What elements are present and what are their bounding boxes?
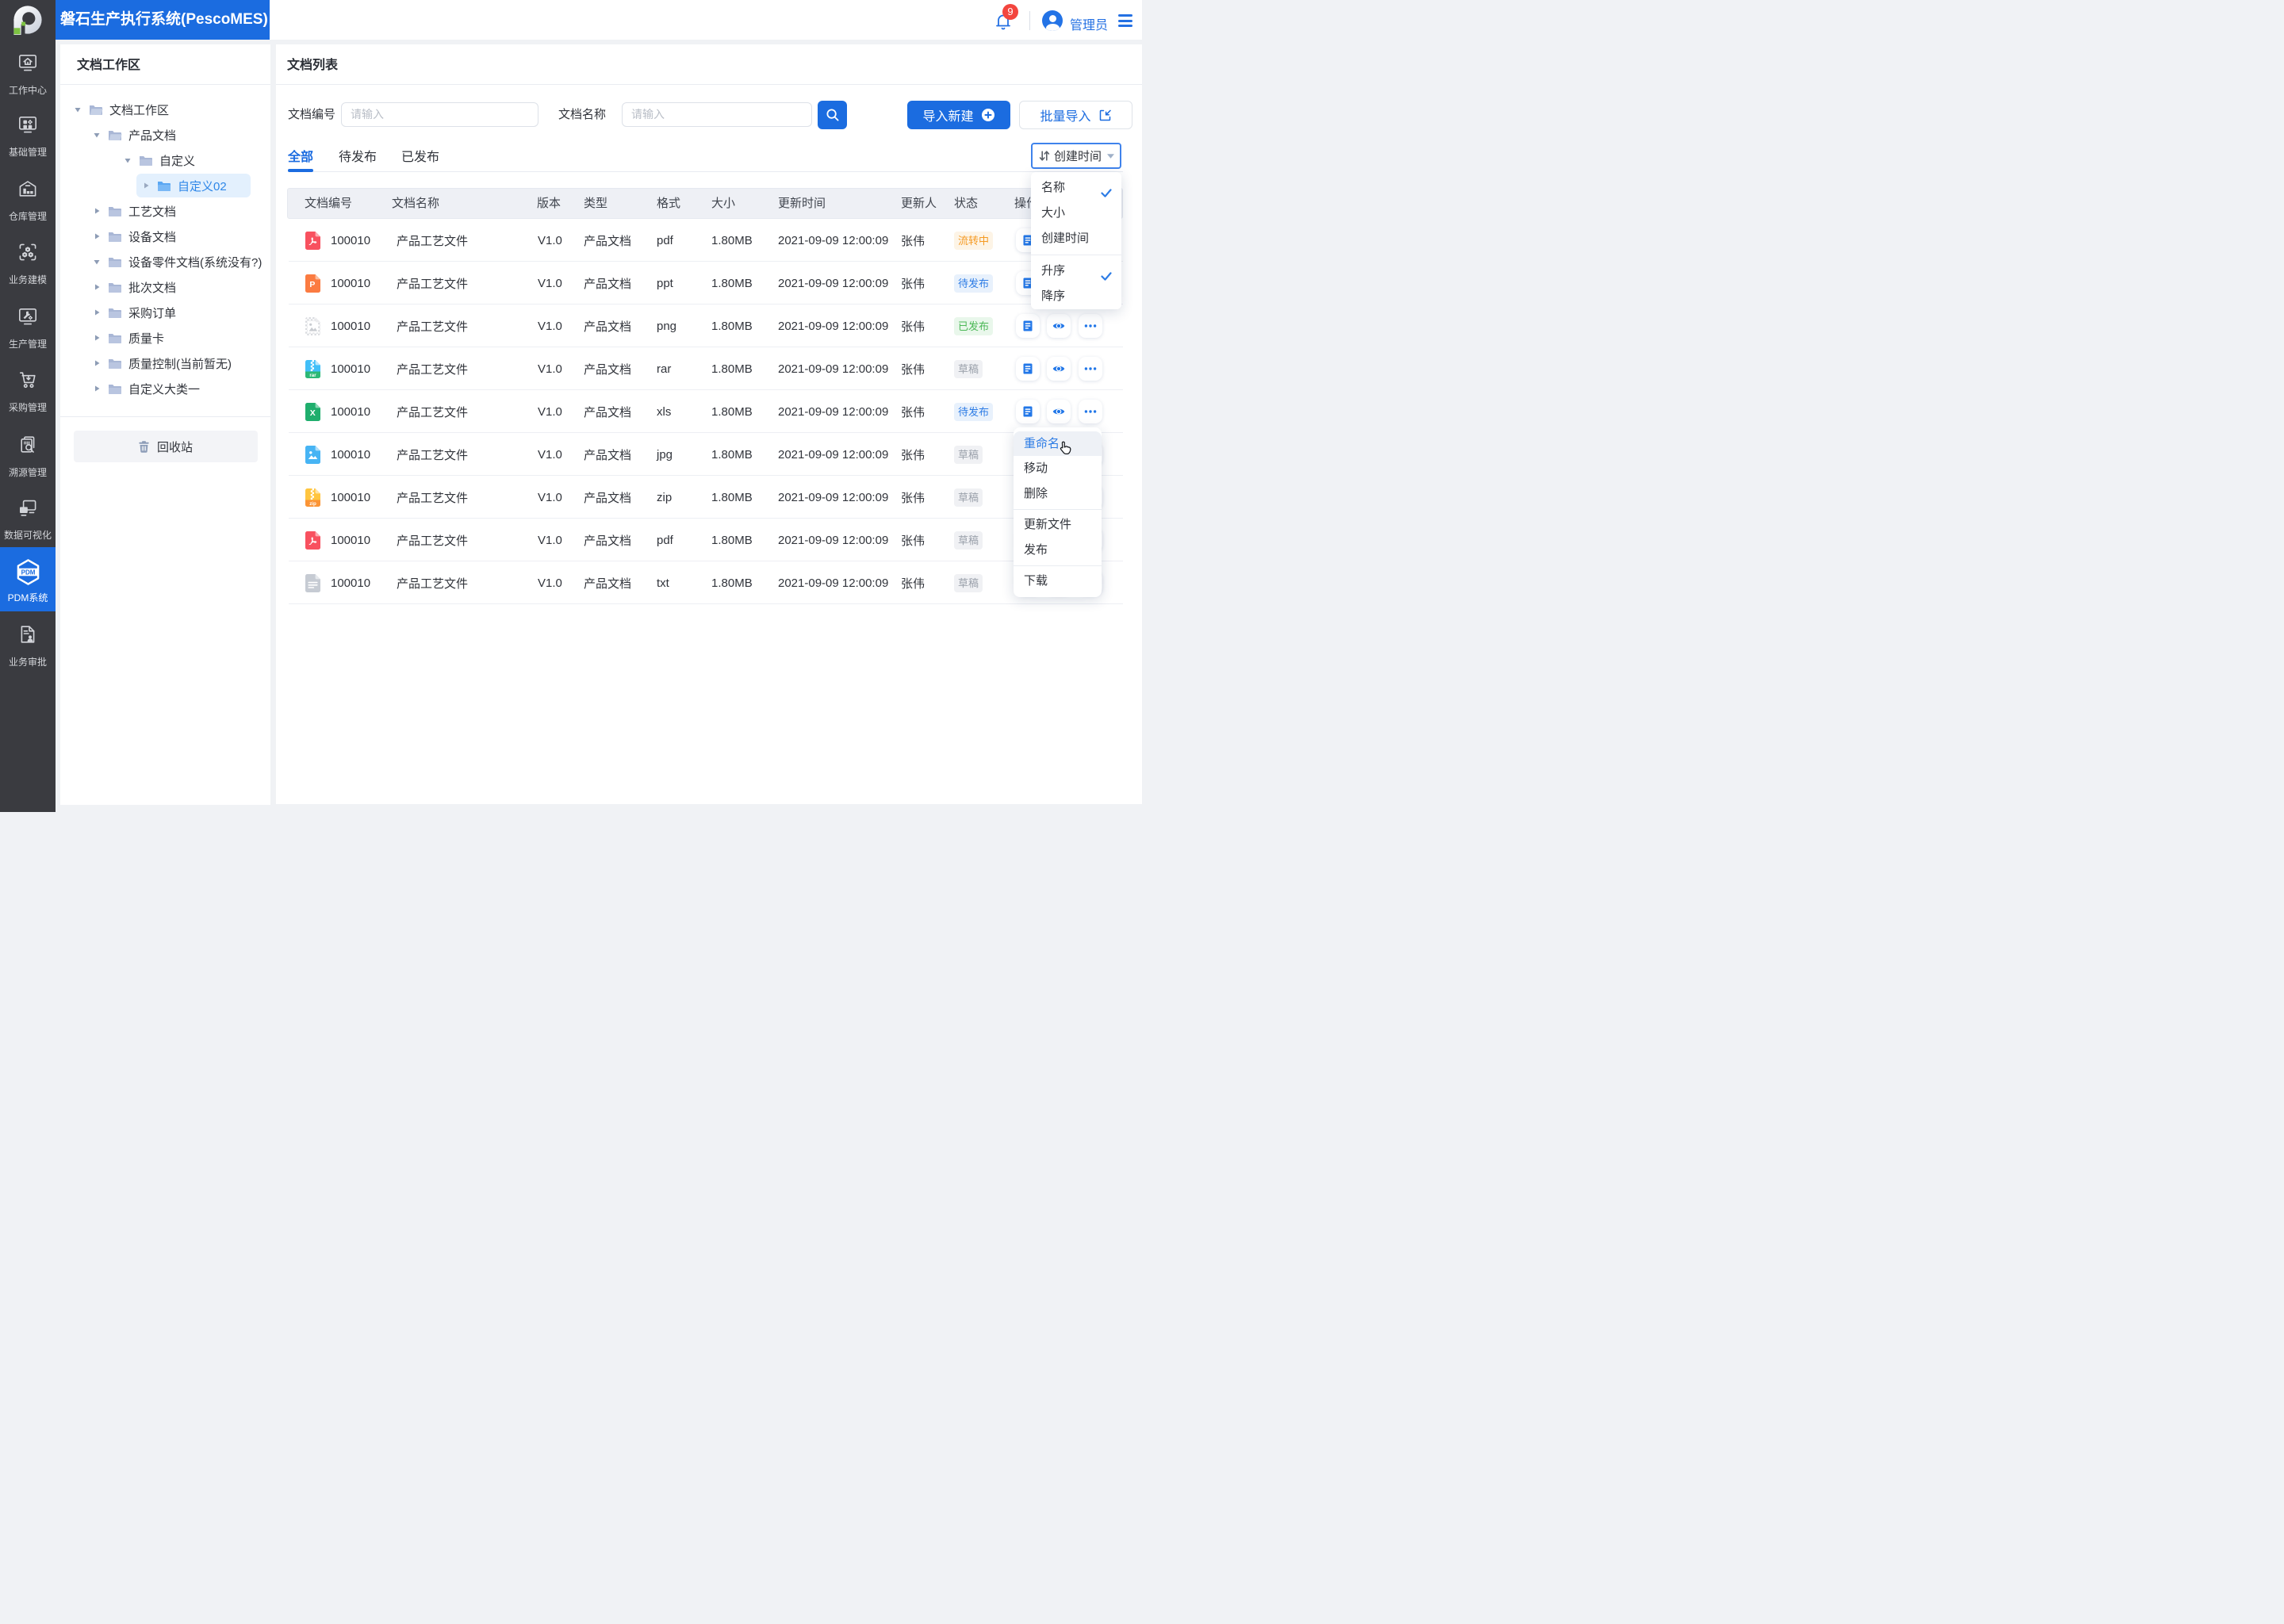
svg-text:PDM: PDM [21, 569, 35, 576]
svg-text:zip: zip [309, 501, 316, 507]
svg-text:P: P [309, 280, 315, 289]
svg-text:rar: rar [309, 373, 316, 378]
svg-text:X: X [310, 408, 316, 418]
